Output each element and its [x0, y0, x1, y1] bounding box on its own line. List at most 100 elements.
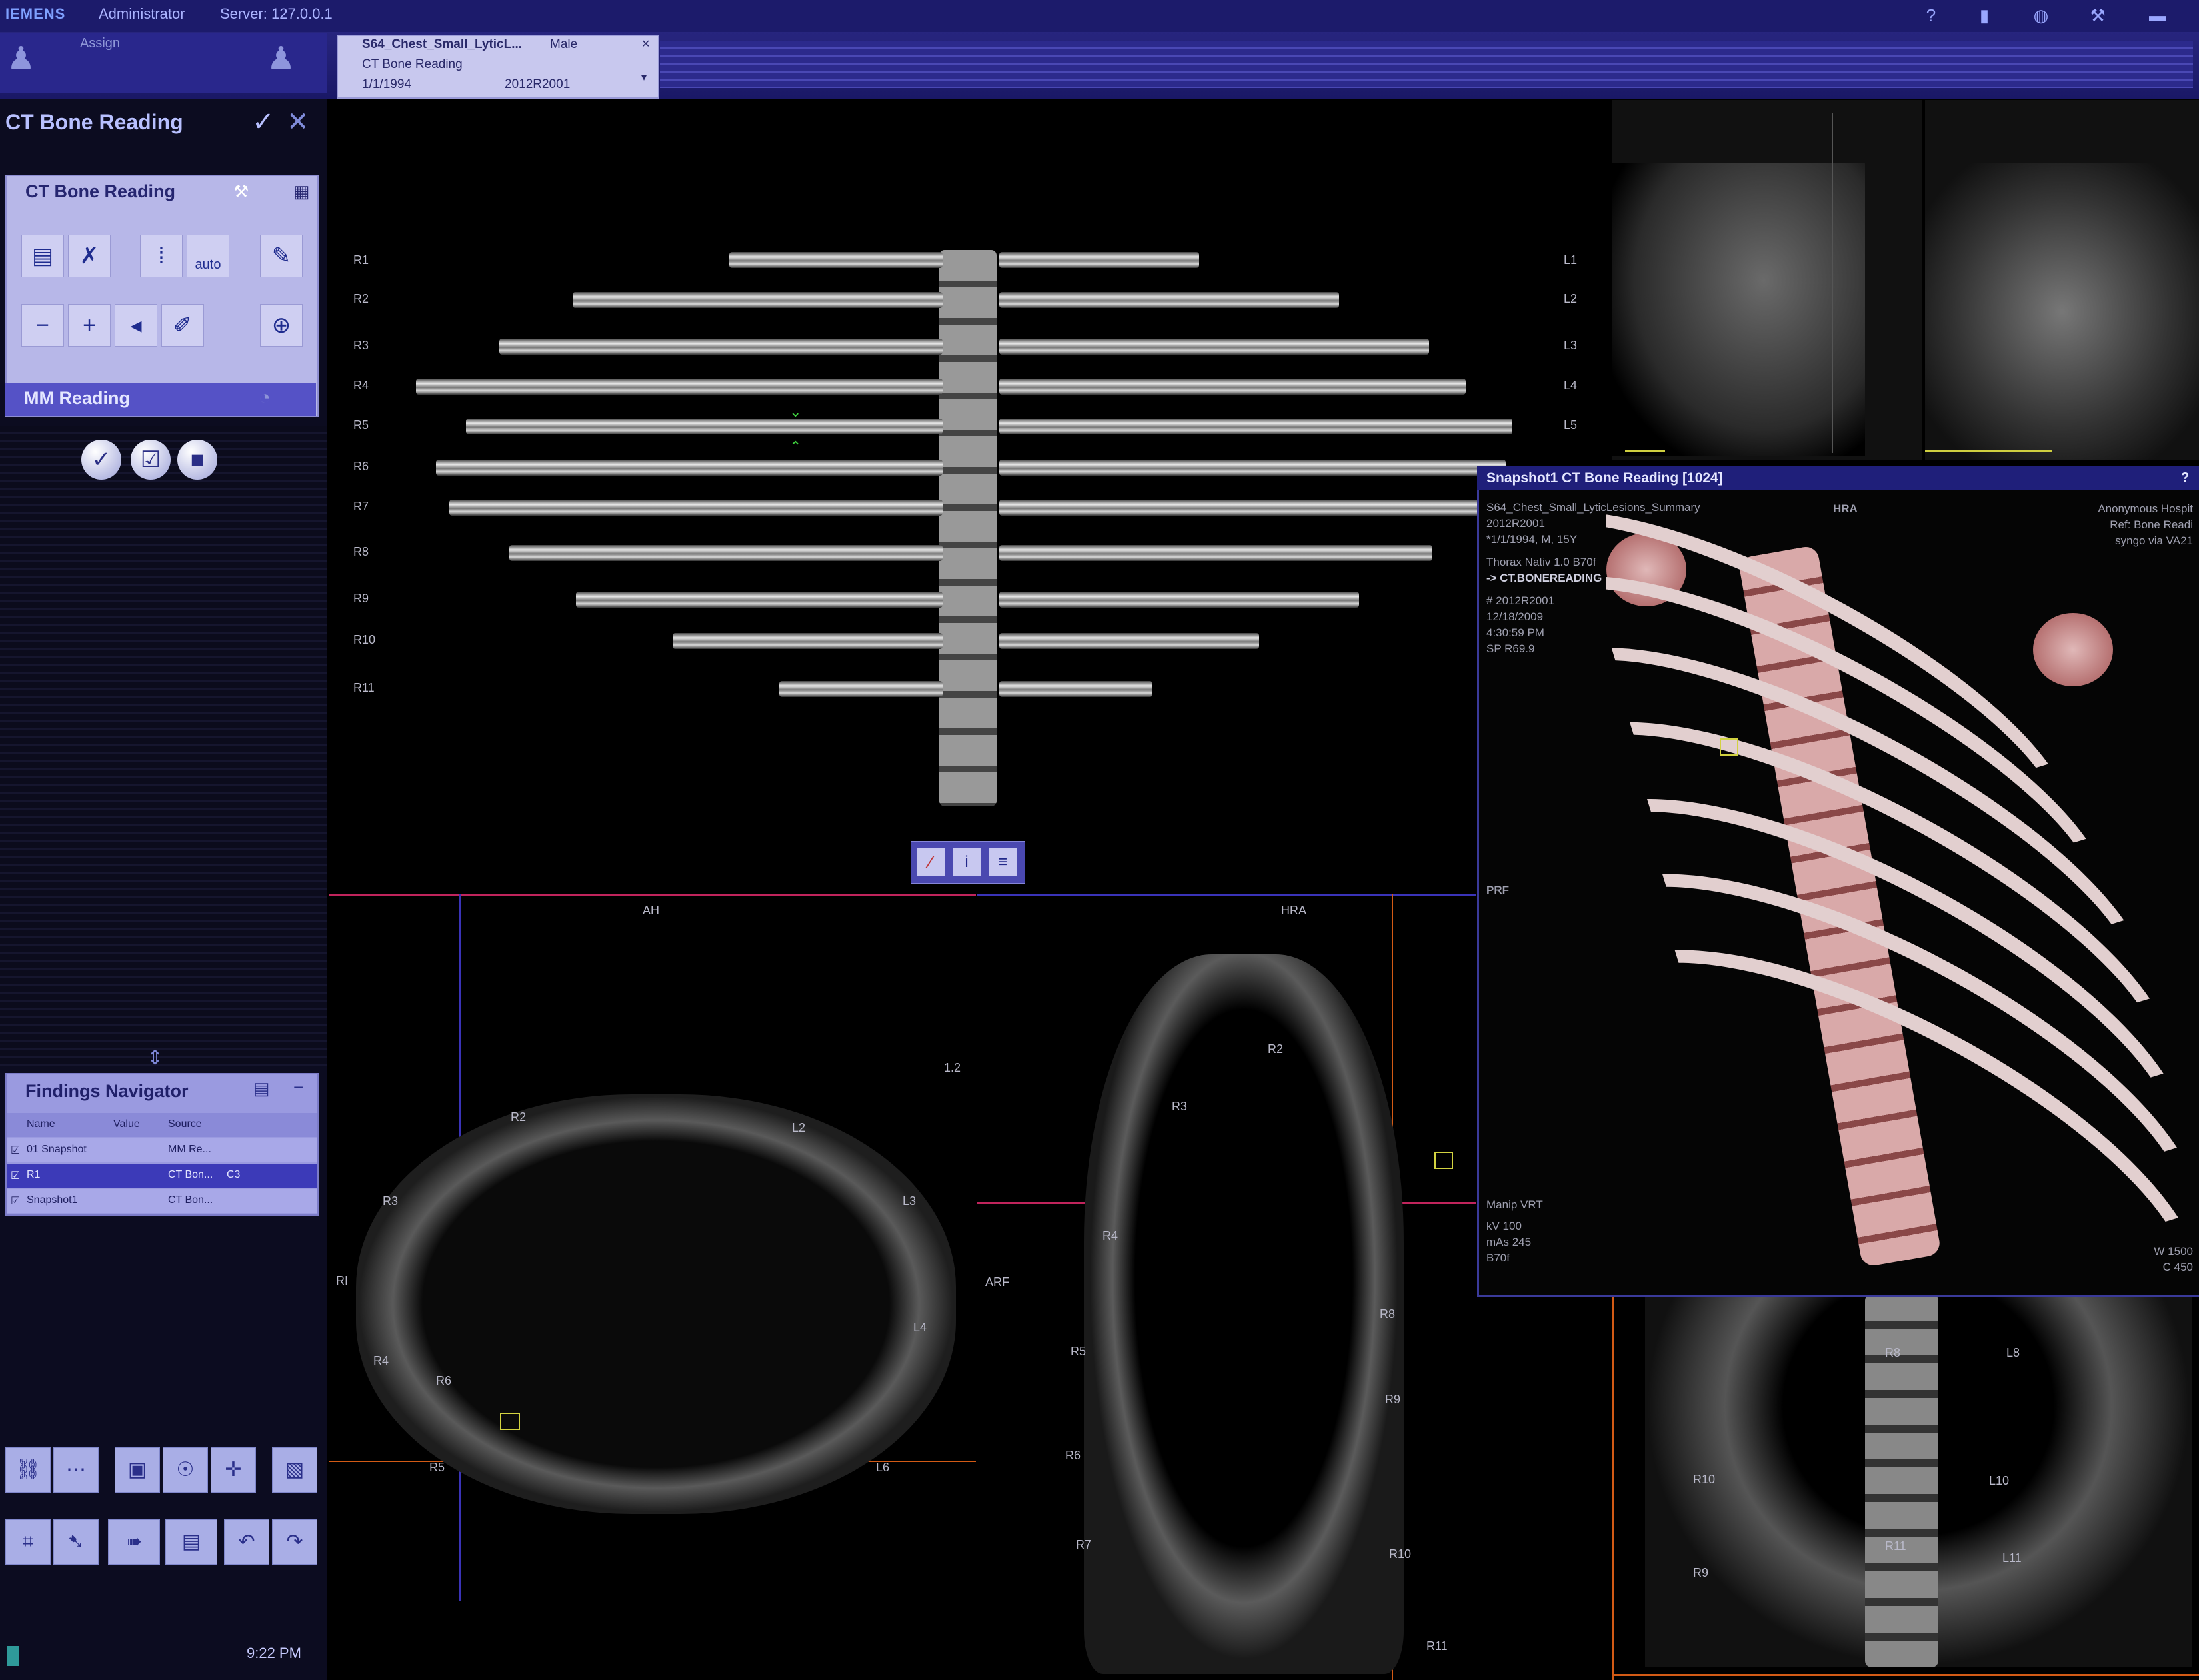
strip-lines	[660, 41, 2193, 88]
resize-handle-icon[interactable]: ⇕	[147, 1046, 163, 1070]
row-checkbox[interactable]: ☑	[11, 1144, 20, 1157]
patient-tab[interactable]: S64_Chest_Small_LyticL... Male CT Bone R…	[337, 35, 659, 99]
row-checkbox[interactable]: ☑	[11, 1169, 20, 1182]
rib-label-left: R1	[353, 253, 369, 267]
grey-tool-icon[interactable]: ▤	[21, 235, 64, 277]
lesion-marker-top: ⌄	[789, 403, 802, 420]
rib-L11	[999, 681, 1152, 697]
axial-viewport[interactable]: AH RI 1.2 R2 L2 R3 L3 R4 L4 R5 R6 L6	[329, 894, 976, 1680]
undo-icon[interactable]: ↶	[224, 1519, 269, 1565]
sagittal-viewport[interactable]: HRA ARF R2 R3 R4 R5 R6 R7 R8 R9 R10 R11	[977, 894, 1476, 1680]
refresh-icon[interactable]: ◔	[259, 387, 271, 409]
scale-value: 1.2	[944, 1061, 961, 1074]
rib-label: L6	[876, 1461, 890, 1474]
snapshot-title-bar[interactable]: Snapshot1 CT Bone Reading [1024] ?	[1477, 466, 2199, 490]
move-left-icon[interactable]: ◂	[115, 304, 157, 347]
print-icon[interactable]: ▤	[165, 1519, 217, 1565]
workflow-title: CT Bone Reading	[5, 110, 183, 134]
draw-line-icon[interactable]: ✐	[161, 304, 204, 347]
coronal-viewport[interactable]: R8 L8 L10 L11 R10 R11 R9	[1612, 1294, 2199, 1680]
rib-label: L3	[903, 1194, 917, 1208]
checklist-icon[interactable]: ✓	[252, 107, 275, 137]
axis-line-horizontal	[1612, 1674, 2199, 1676]
settings-icon[interactable]: ≡	[989, 848, 1017, 876]
sagittal-detail-viewport[interactable]	[1612, 100, 1922, 460]
finding-marker[interactable]	[1434, 1152, 1453, 1169]
info-line: -> CT.BONEREADING	[1486, 572, 1602, 584]
patient-id: 2012R2001	[505, 77, 571, 91]
rib-R1	[729, 252, 943, 268]
rib-label-left: R6	[353, 460, 369, 473]
rib-label: R6	[1065, 1449, 1081, 1462]
zoom-pan-icon[interactable]: ☉	[163, 1447, 208, 1493]
close-icon[interactable]: ✕	[641, 37, 650, 51]
pencil-icon[interactable]: ✎	[260, 235, 303, 277]
help-icon[interactable]: ?	[2181, 470, 2189, 486]
mm-reading-bar[interactable]: MM Reading ◔	[5, 383, 316, 416]
redo-icon[interactable]: ↷	[272, 1519, 317, 1565]
rib-label: R11	[1885, 1539, 1906, 1553]
reset-icon[interactable]: ⌗	[5, 1519, 51, 1565]
table-row[interactable]: ☑ R1 CT Bon... C3	[7, 1164, 317, 1188]
table-row[interactable]: ☑ 01 Snapshot MM Re...	[7, 1138, 317, 1162]
ct-image	[1084, 954, 1404, 1674]
rib-label: R8	[1885, 1346, 1901, 1359]
finding-marker[interactable]	[1720, 738, 1738, 756]
save-icon[interactable]: ▮	[1973, 4, 1996, 27]
info-line: Manip VRT	[1486, 1198, 1543, 1211]
layout-grid-icon[interactable]: ▦	[293, 181, 310, 202]
rib-label-left: R9	[353, 592, 369, 605]
rib-label: L8	[2006, 1346, 2020, 1359]
user-name: Administrator	[99, 5, 185, 22]
window-icon[interactable]: ▬	[2146, 4, 2169, 27]
export-icon[interactable]: ➠	[108, 1519, 160, 1565]
col-source: Source	[168, 1118, 202, 1130]
wrench-icon[interactable]: ⚒	[2086, 4, 2109, 27]
plus-icon[interactable]: +	[68, 304, 111, 347]
rib-unfolding-viewport[interactable]: ⌄ ⌃ R1 R2 R3 R4 R5 R6 R7 R8 R9 R10 R11 L…	[329, 100, 1609, 886]
confirm-button[interactable]: ✓	[81, 440, 121, 480]
info-icon[interactable]: i	[953, 848, 981, 876]
rib-label-left: R3	[353, 339, 369, 352]
row-source: MM Re...	[168, 1144, 211, 1155]
globe-icon[interactable]: ◍	[2030, 4, 2052, 27]
col-name: Name	[27, 1118, 55, 1130]
chevron-down-icon[interactable]: ▾	[641, 71, 647, 84]
arrow-tool-icon[interactable]: ➷	[53, 1519, 99, 1565]
rib-label: R2	[1268, 1042, 1284, 1056]
assign-area[interactable]: ♟ Assign ♟	[0, 33, 327, 93]
person-icon: ♟	[267, 41, 296, 77]
coronal-detail-viewport[interactable]	[1925, 100, 2199, 460]
rib-R7	[449, 500, 943, 516]
ct-image	[1925, 163, 2199, 460]
auto-label-icon[interactable]: auto	[187, 235, 229, 277]
findings-export-icon[interactable]: ▤	[253, 1078, 270, 1099]
layout-icon[interactable]: ▣	[115, 1447, 160, 1493]
wrench-icon[interactable]: ⚒	[233, 181, 249, 202]
row-checkbox[interactable]: ☑	[11, 1194, 20, 1208]
crosshair-icon[interactable]: ✛	[211, 1447, 256, 1493]
link-icon[interactable]: ⛓	[5, 1447, 51, 1493]
rib-label-left: R11	[353, 681, 375, 694]
rib-label-left: R8	[353, 545, 369, 558]
rib-label: R5	[1071, 1345, 1087, 1358]
window-level-icon[interactable]: ▧	[272, 1447, 317, 1493]
add-label-icon[interactable]: ⊕	[260, 304, 303, 347]
rib-label-right: L2	[1564, 292, 1578, 305]
snapshot-info-left: S64_Chest_Small_LyticLesions_Summary 201…	[1486, 500, 1700, 657]
minus-icon[interactable]: −	[21, 304, 64, 347]
scroll-icon[interactable]: ⋯	[53, 1447, 99, 1493]
minimize-icon[interactable]: −	[293, 1077, 303, 1098]
mark-finding-icon[interactable]: ✗	[68, 235, 111, 277]
panel-title: CT Bone Reading	[25, 181, 176, 201]
measure-icon[interactable]: ⁞	[140, 235, 183, 277]
table-row[interactable]: ☑ Snapshot1 CT Bon...	[7, 1189, 317, 1213]
check-report-button[interactable]: ☑	[131, 440, 171, 480]
help-icon[interactable]: ?	[1920, 4, 1942, 27]
no-marker-icon[interactable]: ⁄	[917, 848, 945, 876]
stop-button[interactable]: ■	[177, 440, 217, 480]
snapshot-info-right: Anonymous Hospit Ref: Bone Readi syngo v…	[2086, 501, 2193, 549]
close-workflow-icon[interactable]: ✕	[287, 107, 309, 137]
rib-R8	[509, 545, 943, 561]
finding-marker[interactable]	[500, 1413, 520, 1430]
